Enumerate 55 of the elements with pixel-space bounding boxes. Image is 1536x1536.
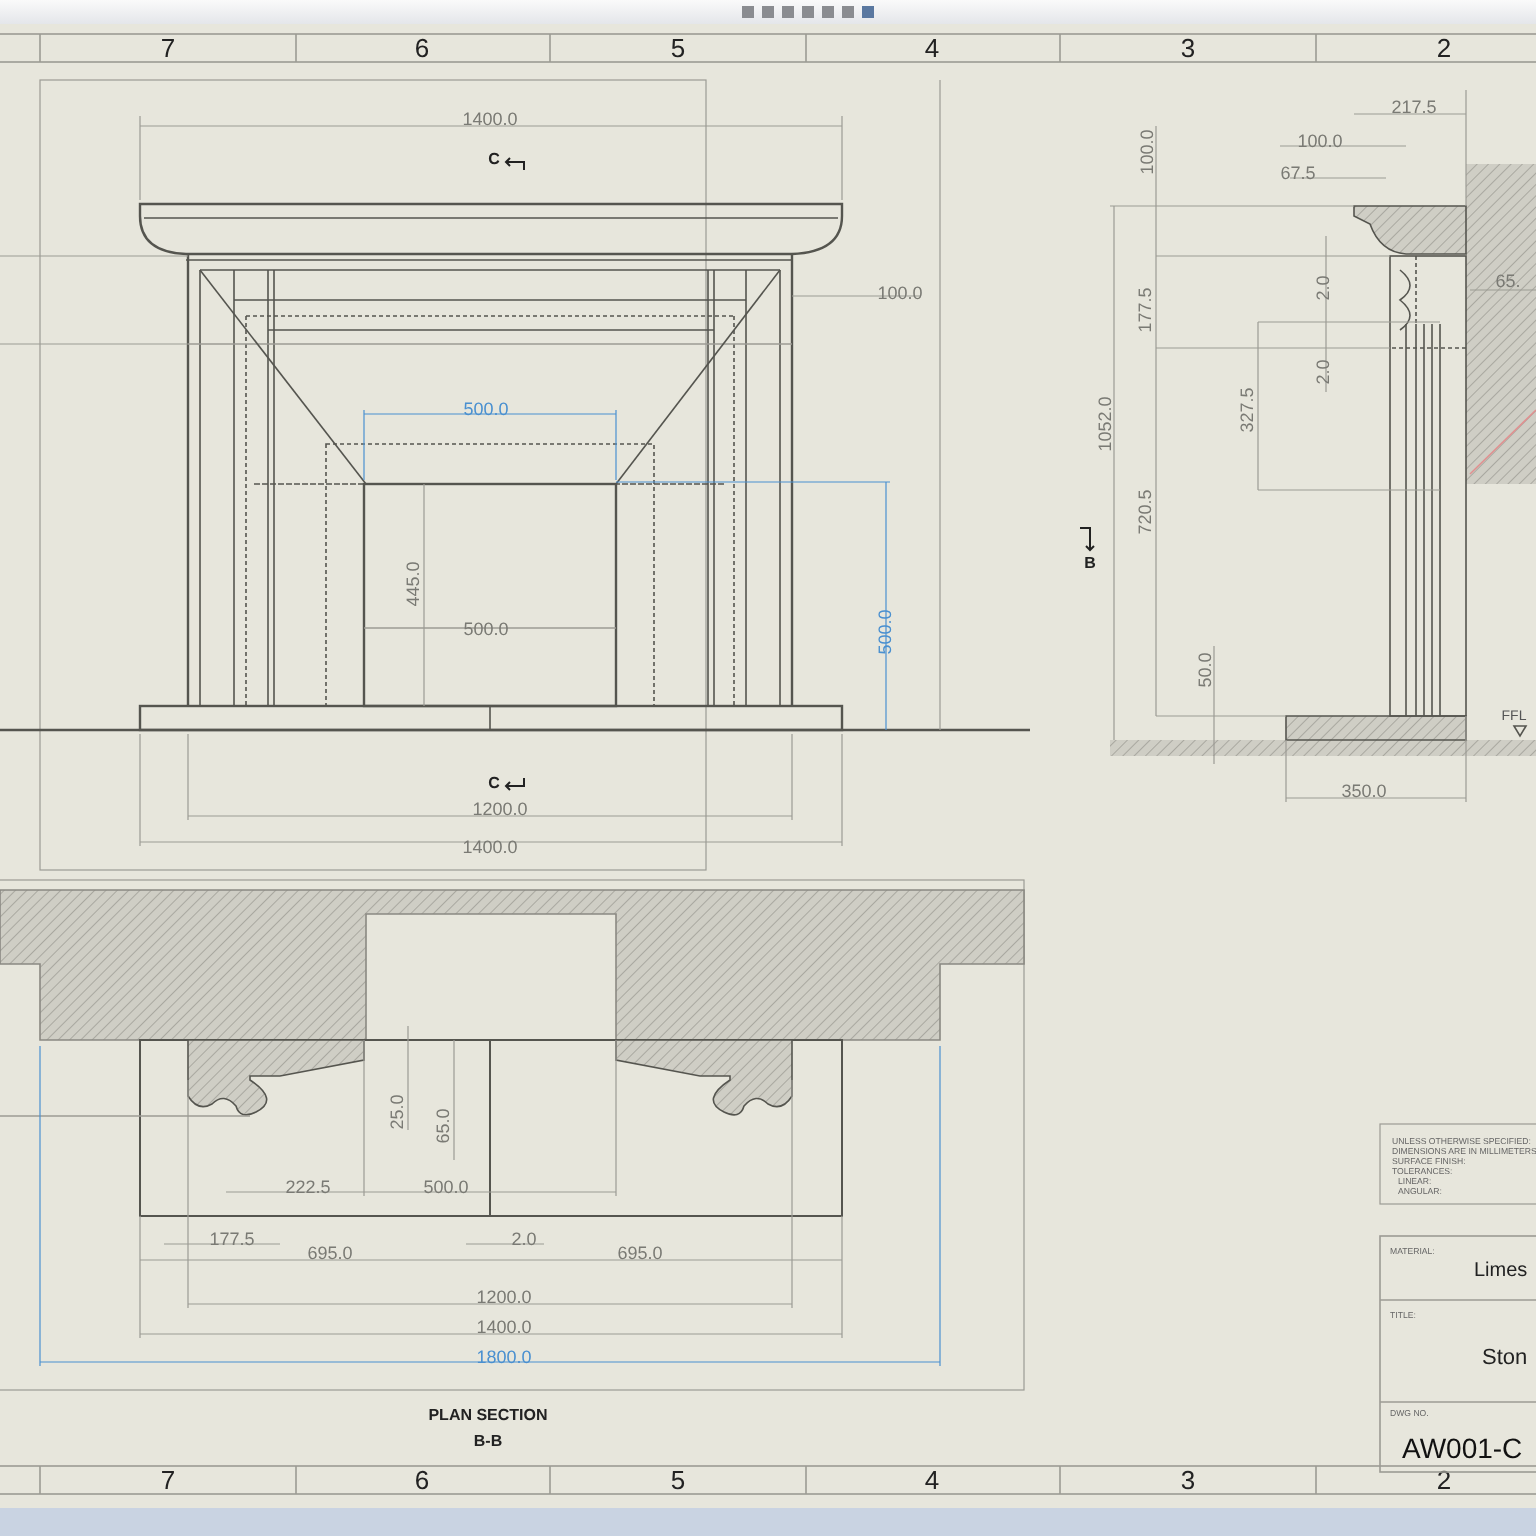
dimension-value: 65. [1495, 270, 1521, 291]
zone-label: 2 [1436, 32, 1452, 63]
zone-label: 7 [160, 32, 176, 63]
material-value: Limes [1474, 1260, 1528, 1282]
dimension-value: 67.5 [1280, 162, 1316, 183]
dimension-value: 2.0 [511, 1228, 537, 1249]
section-mark: C [488, 774, 500, 792]
section-arrow-icon [504, 777, 525, 791]
dimension-value: 65.0 [432, 1108, 453, 1144]
dimension-value: 1400.0 [476, 1316, 532, 1337]
dimension-value: 350.0 [1341, 780, 1387, 801]
dimension-value: 500.0 [423, 1176, 469, 1197]
zone-label: 6 [414, 1464, 430, 1495]
section-mark: C [488, 150, 500, 168]
dimension-value: 500.0 [874, 609, 895, 655]
dimension-value: 720.5 [1134, 489, 1155, 535]
drawing-number: AW001-C [1402, 1432, 1523, 1464]
dimension-value: 100.0 [877, 282, 923, 303]
dimension-value: 217.5 [1391, 96, 1437, 117]
view-subtitle: B-B [473, 1432, 503, 1450]
dimension-value: 2.0 [1312, 275, 1333, 301]
dimension-value: 100.0 [1297, 130, 1343, 151]
zone-label: 4 [924, 1464, 940, 1495]
dimension-value: 1800.0 [476, 1346, 532, 1367]
dimension-value: 2.0 [1312, 359, 1333, 385]
dimension-value: 25.0 [386, 1094, 407, 1130]
dimension-value: 177.5 [1134, 287, 1155, 333]
dimension-value: 445.0 [402, 561, 423, 607]
dimension-value: 177.5 [209, 1228, 255, 1249]
section-mark: B [1084, 554, 1096, 572]
zone-label: 3 [1180, 1464, 1196, 1495]
dimension-value: 500.0 [463, 398, 509, 419]
zone-label: 6 [414, 32, 430, 63]
view-title: PLAN SECTION [428, 1406, 548, 1424]
dimension-value: 1200.0 [472, 798, 528, 819]
dimension-value: 327.5 [1236, 387, 1257, 433]
zone-label: 7 [160, 1464, 176, 1495]
zone-label: 5 [670, 1464, 686, 1495]
dimension-value: 500.0 [463, 618, 509, 639]
zone-label: 2 [1436, 1464, 1452, 1495]
title-value: Ston [1482, 1346, 1528, 1370]
dimension-value: 1400.0 [462, 836, 518, 857]
dimension-value: 100.0 [1136, 129, 1157, 175]
section-arrow-icon [1079, 527, 1095, 552]
dimension-value: 1200.0 [476, 1286, 532, 1307]
zone-label: 3 [1180, 32, 1196, 63]
zone-label: 4 [924, 32, 940, 63]
dimension-value: 222.5 [285, 1176, 331, 1197]
section-arrow-icon [504, 157, 525, 171]
dimension-value: 695.0 [617, 1242, 663, 1263]
zone-label: 5 [670, 32, 686, 63]
dimension-value: 1052.0 [1094, 396, 1115, 452]
dimension-value: 695.0 [307, 1242, 353, 1263]
dimension-value: 50.0 [1194, 652, 1215, 688]
dimension-value: 1400.0 [462, 108, 518, 129]
